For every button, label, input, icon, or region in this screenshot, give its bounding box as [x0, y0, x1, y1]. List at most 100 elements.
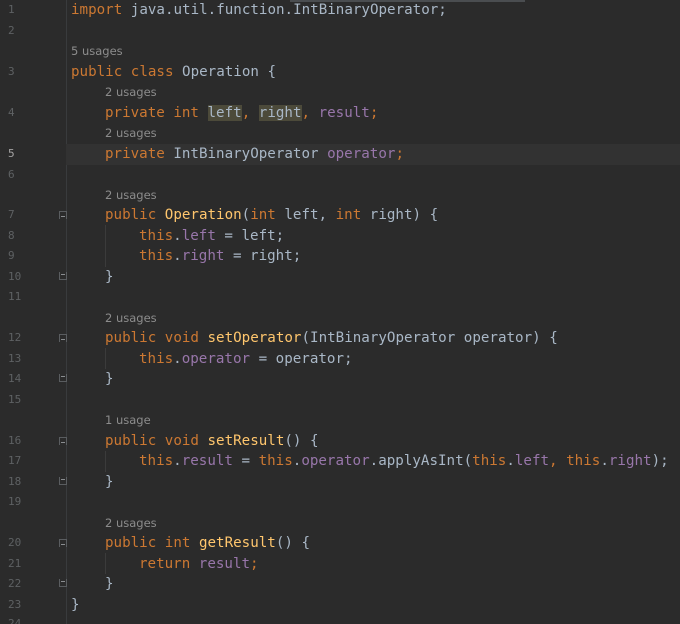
punctuation: ,: [241, 105, 259, 121]
line-number: 14: [8, 372, 22, 385]
usage-hint-line[interactable]: 2 usages: [66, 513, 680, 534]
get-result-usages-hint[interactable]: 2 usages: [105, 513, 157, 534]
usage-hint-line[interactable]: 2 usages: [66, 123, 680, 144]
line-number: 22: [8, 577, 22, 590]
keyword: public void: [105, 330, 199, 346]
field-ref: result: [181, 453, 233, 469]
code-text: right) {: [361, 207, 439, 223]
usage-hint-line[interactable]: 5 usages: [66, 41, 680, 62]
usage-hint-line[interactable]: 2 usages: [66, 308, 680, 329]
keyword: public class: [71, 64, 174, 80]
code-text: =: [232, 453, 259, 469]
operator-field-usages-hint[interactable]: 2 usages: [105, 123, 157, 144]
punctuation: ;: [369, 105, 379, 121]
line-number: 3: [8, 65, 15, 78]
gutter-line-16: 16: [0, 431, 67, 452]
code-text: () {: [275, 535, 311, 551]
gutter-line-24: 24: [0, 614, 66, 624]
line-number: 6: [8, 168, 15, 181]
gutter-line-22: 22: [0, 574, 67, 595]
set-result-usages-hint[interactable]: 1 usage: [105, 410, 151, 431]
punctuation: ,: [301, 105, 319, 121]
line-number: 16: [8, 434, 22, 447]
usage-hint-line[interactable]: 2 usages: [66, 82, 680, 103]
keyword: return: [139, 556, 191, 572]
closing-brace: }: [105, 576, 114, 592]
code-line-7[interactable]: public Operation(int left, int right) {: [66, 205, 680, 226]
code-line-13[interactable]: this.operator = operator;: [66, 349, 680, 370]
code-text: () {: [284, 433, 319, 449]
line-number: 20: [8, 536, 22, 549]
method-name: setResult: [207, 433, 285, 449]
code-line-5-current[interactable]: private IntBinaryOperator operator;: [66, 144, 680, 165]
code-line-18[interactable]: }: [66, 472, 680, 493]
code-text: .: [173, 453, 182, 469]
gutter-line-19: 19: [0, 492, 66, 513]
gutter-line-9: 9: [0, 246, 66, 267]
closing-brace: }: [105, 474, 114, 490]
field-operator: operator: [327, 146, 396, 162]
field-ref: left: [181, 228, 216, 244]
closing-brace: }: [71, 597, 80, 613]
keyword: import: [71, 2, 123, 18]
punctuation: ,: [549, 453, 567, 469]
keyword-this: this: [472, 453, 507, 469]
code-line-12[interactable]: public void setOperator(IntBinaryOperato…: [66, 328, 680, 349]
keyword: int: [335, 207, 362, 223]
usage-hint-line[interactable]: 2 usages: [66, 185, 680, 206]
code-line-16[interactable]: public void setResult() {: [66, 431, 680, 452]
usage-hint-line[interactable]: 1 usage: [66, 410, 680, 431]
keyword: private: [105, 146, 165, 162]
field-result: result: [318, 105, 370, 121]
field-left-highlighted: left: [207, 105, 242, 121]
keyword: public: [105, 207, 157, 223]
code-line-21[interactable]: return result;: [66, 554, 680, 575]
keyword: public int: [105, 535, 191, 551]
keyword: int: [250, 207, 276, 223]
gutter-line-11: 11: [0, 287, 66, 308]
code-line-3[interactable]: public class Operation {: [66, 62, 680, 83]
code-line-20[interactable]: public int getResult() {: [66, 533, 680, 554]
code-line-8[interactable]: this.left = left;: [66, 226, 680, 247]
code-line-23[interactable]: }: [66, 595, 680, 616]
keyword-this: this: [258, 453, 293, 469]
field-ref: left: [514, 453, 550, 469]
gutter-line-1: 1: [0, 0, 66, 21]
set-operator-usages-hint[interactable]: 2 usages: [105, 308, 157, 329]
method-name: setOperator: [207, 330, 302, 346]
line-number: 23: [8, 598, 22, 611]
code-text: .: [173, 351, 182, 367]
code-line-14[interactable]: }: [66, 369, 680, 390]
code-text: .: [173, 248, 182, 264]
gutter-line-7: 7: [0, 205, 67, 226]
code-line-10[interactable]: }: [66, 267, 680, 288]
fields-usages-hint[interactable]: 2 usages: [105, 82, 157, 103]
line-number: 13: [8, 352, 22, 365]
gutter-line-20: 20: [0, 533, 67, 554]
class-usages-hint[interactable]: 5 usages: [71, 41, 123, 62]
code-text: = right;: [224, 248, 302, 264]
code-text: .: [173, 228, 182, 244]
gutter-line-3: 3: [0, 62, 66, 83]
line-number: 15: [8, 393, 22, 406]
gutter-line-21: 21: [0, 554, 66, 575]
code-line-22[interactable]: }: [66, 574, 680, 595]
gutter-line-12: 12: [0, 328, 67, 349]
line-number-gutter[interactable]: 1 2 3 4 5 6 7 8 9 10 11 12 13 14 15 16 1…: [0, 0, 67, 624]
constructor-usages-hint[interactable]: 2 usages: [105, 185, 157, 206]
gutter-line-14: 14: [0, 369, 67, 390]
gutter-line-4: 4: [0, 103, 66, 124]
code-line-17[interactable]: this.result = this.operator.applyAsInt(t…: [66, 451, 680, 472]
line-number: 18: [8, 475, 22, 488]
code-line-4[interactable]: private int left, right, result;: [66, 103, 680, 124]
line-number: 7: [8, 208, 15, 221]
field-right-highlighted: right: [258, 105, 302, 121]
code-text: = left;: [215, 228, 285, 244]
code-line-9[interactable]: this.right = right;: [66, 246, 680, 267]
line-number: 1: [8, 3, 15, 16]
code-line-1[interactable]: import java.util.function.IntBinaryOpera…: [66, 0, 680, 21]
keyword-this: this: [139, 453, 174, 469]
line-number: 19: [8, 495, 22, 508]
code-editor[interactable]: 1 2 3 4 5 6 7 8 9 10 11 12 13 14 15 16 1…: [0, 0, 680, 624]
type-name: IntBinaryOperator: [164, 146, 328, 162]
